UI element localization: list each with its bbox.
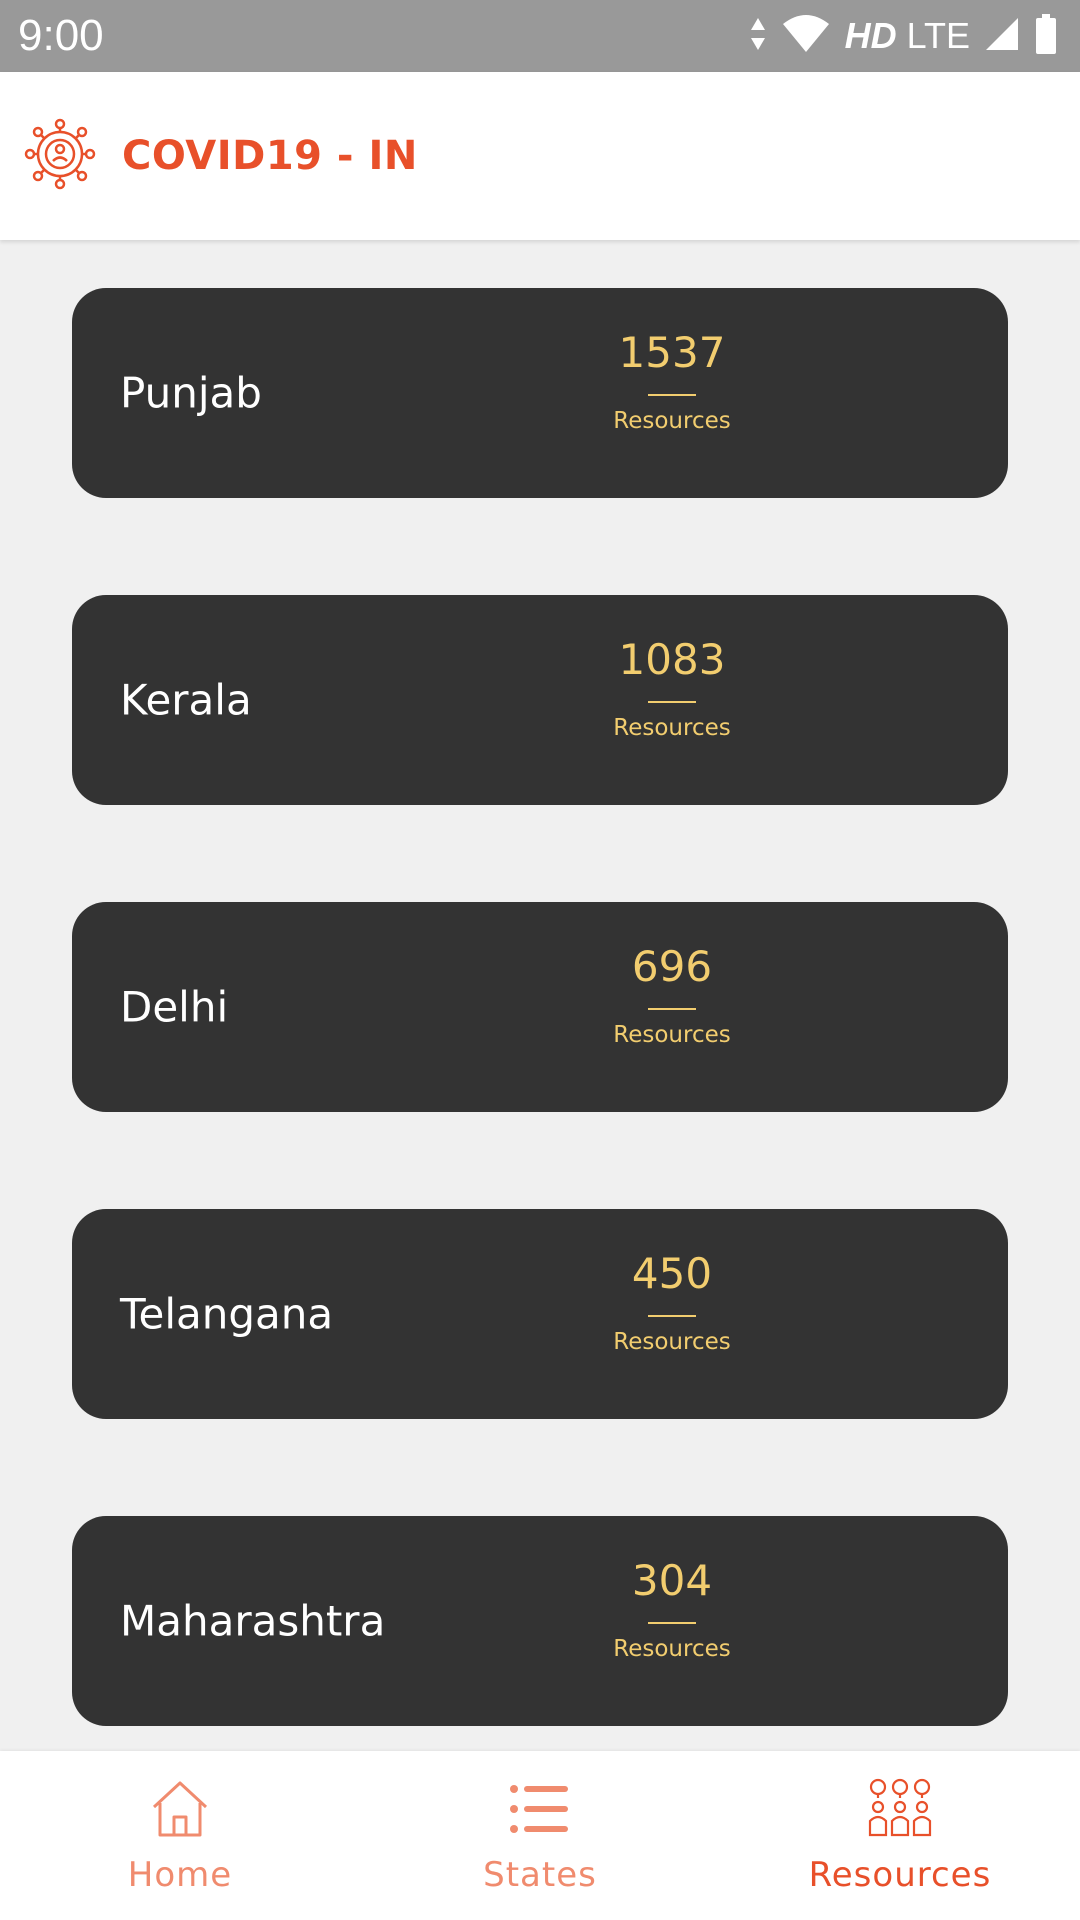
resource-count-label: Resources [613,1329,731,1356]
resource-count: 304 [631,1556,713,1605]
state-name: Punjab [120,368,262,418]
resources-list[interactable]: Punjab 1537 Resources Kerala 1083 Resour… [0,240,1080,1751]
state-card-maharashtra[interactable]: Maharashtra 304 Resources [72,1516,1008,1726]
nav-label-states: States [483,1855,597,1895]
nav-item-resources[interactable]: Resources [720,1751,1080,1920]
resource-count: 1083 [618,635,726,684]
state-name: Kerala [120,675,252,725]
divider [648,1622,696,1625]
data-arrows-icon [749,16,767,56]
state-card-kerala[interactable]: Kerala 1083 Resources [72,595,1008,805]
resource-count-block: 696 Resources [572,942,772,1049]
resource-count-label: Resources [613,408,731,435]
network-type-label: LTE [906,15,970,56]
app-title: COVID19 - IN [122,133,418,179]
battery-icon [1034,14,1058,58]
virus-network-icon [22,116,98,196]
nav-label-resources: Resources [808,1855,992,1895]
state-card-delhi[interactable]: Delhi 696 Resources [72,902,1008,1112]
list-icon [508,1777,572,1841]
resource-count: 696 [631,942,713,991]
app-bar: COVID19 - IN [0,72,1080,240]
resource-count-label: Resources [613,1636,731,1663]
status-time: 9:00 [18,11,104,60]
resource-count: 450 [631,1249,713,1298]
home-icon [148,1777,212,1841]
resource-count-label: Resources [613,1022,731,1049]
state-name: Maharashtra [120,1596,386,1646]
status-bar: 9:00 HD LTE [0,0,1080,72]
divider [648,701,696,704]
wifi-icon [781,14,831,58]
divider [648,1315,696,1318]
nav-label-home: Home [127,1855,233,1895]
resource-count-block: 1537 Resources [572,328,772,435]
divider [648,1008,696,1011]
bottom-nav: Home States Resources [0,1751,1080,1920]
resource-count-block: 450 Resources [572,1249,772,1356]
people-icon [868,1777,932,1841]
signal-icon [984,16,1020,56]
divider [648,394,696,397]
state-name: Delhi [120,982,229,1032]
resource-count-block: 1083 Resources [572,635,772,742]
nav-item-home[interactable]: Home [0,1751,360,1920]
network-hd-label: HD [844,15,897,56]
resource-count: 1537 [618,328,726,377]
resource-count-block: 304 Resources [572,1556,772,1663]
nav-item-states[interactable]: States [360,1751,720,1920]
state-card-punjab[interactable]: Punjab 1537 Resources [72,288,1008,498]
state-card-telangana[interactable]: Telangana 450 Resources [72,1209,1008,1419]
resource-count-label: Resources [613,715,731,742]
state-name: Telangana [120,1289,334,1339]
status-icons: HD LTE [749,14,1058,58]
